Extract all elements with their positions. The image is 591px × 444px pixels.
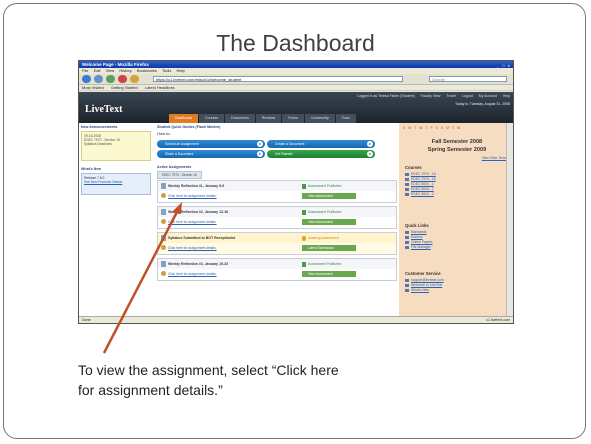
caption-line-1: To view the assignment, select “Click he…: [78, 362, 339, 378]
arrow-head-icon: [172, 202, 182, 214]
caption-line-2: for assignment details.”: [78, 382, 223, 398]
slide-caption: To view the assignment, select “Click he…: [78, 360, 498, 400]
arrow-shaft: [102, 209, 180, 354]
